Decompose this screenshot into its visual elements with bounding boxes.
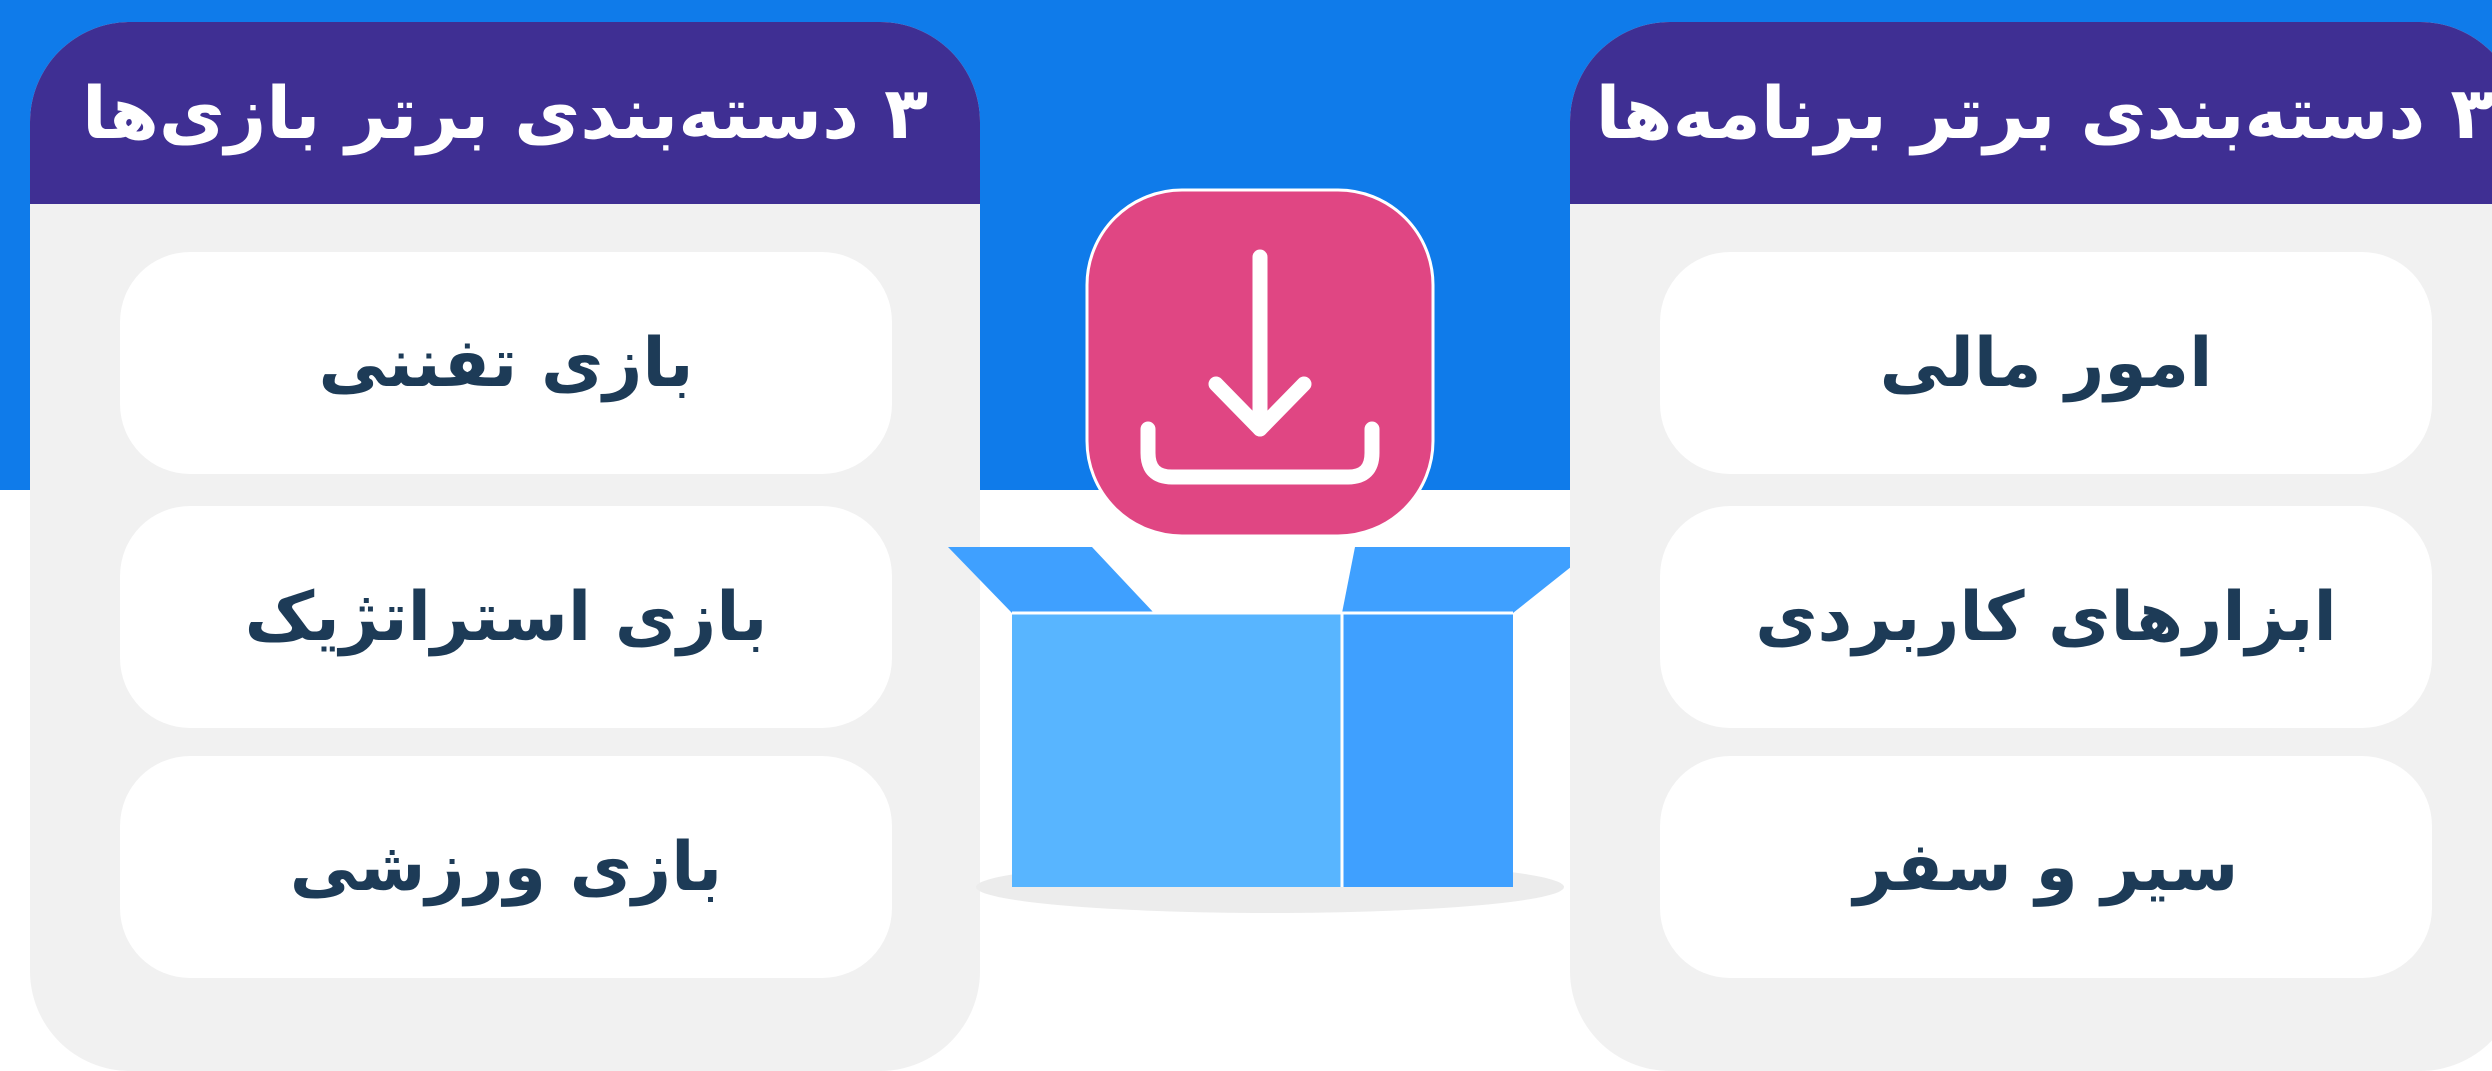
box-front-face bbox=[1012, 613, 1342, 887]
infographic: ۳ دسته‌بندی برتر بازی‌ها بازی تفننی بازی… bbox=[0, 0, 2492, 1071]
games-category-label: بازی ورزشی bbox=[289, 827, 723, 907]
games-panel-title: ۳ دسته‌بندی برتر بازی‌ها bbox=[81, 71, 929, 155]
download-icon bbox=[1085, 188, 1435, 538]
apps-category-label: امور مالی bbox=[1879, 323, 2213, 403]
games-category-label: بازی استراتژیک bbox=[244, 577, 768, 657]
games-category-card: بازی تفننی bbox=[120, 252, 892, 474]
apps-category-card: سیر و سفر bbox=[1660, 756, 2432, 978]
games-category-card: بازی ورزشی bbox=[120, 756, 892, 978]
box-side-face bbox=[1342, 613, 1513, 887]
apps-categories-panel: ۳ دسته‌بندی برتر برنامه‌ها امور مالی ابز… bbox=[1570, 22, 2492, 1071]
games-category-label: بازی تفننی bbox=[318, 323, 694, 403]
box-right-flap bbox=[1342, 547, 1596, 613]
games-category-card: بازی استراتژیک bbox=[120, 506, 892, 728]
box-left-flap bbox=[948, 547, 1154, 613]
games-categories-panel: ۳ دسته‌بندی برتر بازی‌ها بازی تفننی بازی… bbox=[30, 22, 980, 1071]
games-panel-header: ۳ دسته‌بندی برتر بازی‌ها bbox=[30, 22, 980, 204]
apps-panel-title: ۳ دسته‌بندی برتر برنامه‌ها bbox=[1595, 71, 2492, 155]
apps-category-card: ابزارهای کاربردی bbox=[1660, 506, 2432, 728]
apps-category-label: ابزارهای کاربردی bbox=[1755, 577, 2337, 657]
download-box-illustration bbox=[948, 188, 1596, 913]
apps-category-card: امور مالی bbox=[1660, 252, 2432, 474]
apps-panel-header: ۳ دسته‌بندی برتر برنامه‌ها bbox=[1570, 22, 2492, 204]
apps-category-label: سیر و سفر bbox=[1853, 827, 2239, 907]
